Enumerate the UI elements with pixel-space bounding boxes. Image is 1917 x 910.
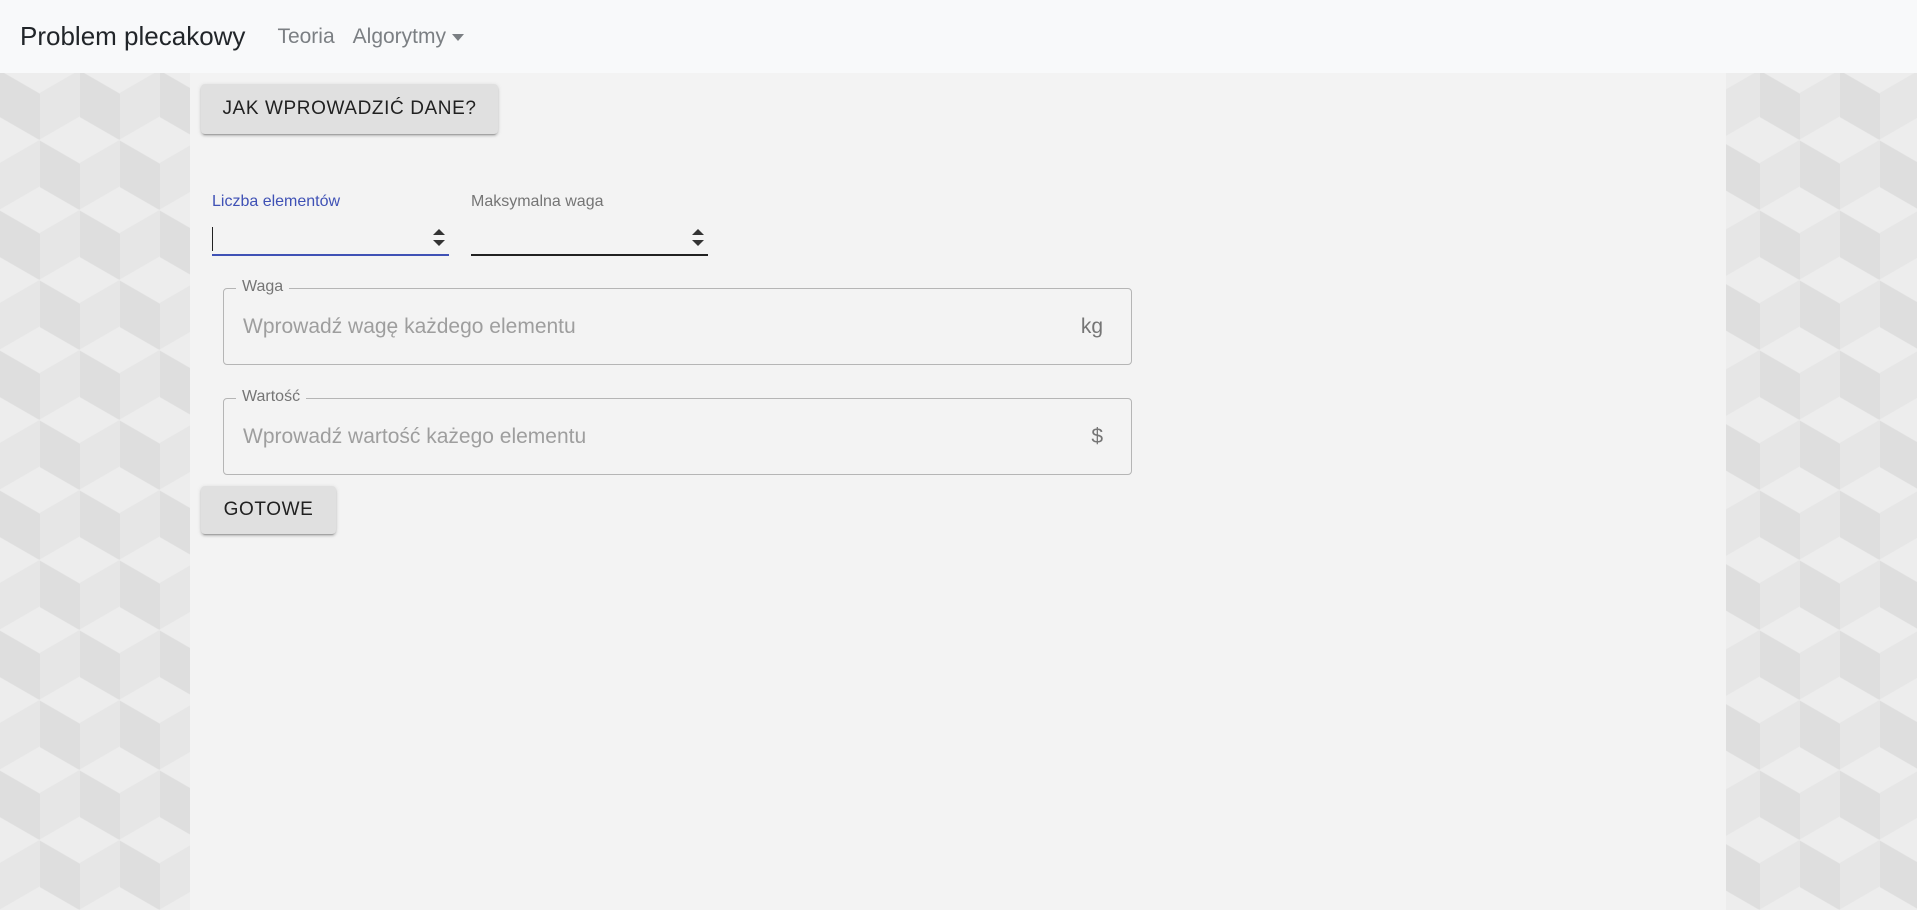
values-unit: $ [1091,425,1103,448]
max-weight-field: Maksymalna waga [471,188,708,260]
values-label: Wartość [236,388,307,406]
text-cursor [212,227,213,251]
values-placeholder: Wprowadź wartość każego elementu [243,425,587,448]
help-button[interactable]: JAK WPROWADZIĆ DANE? [201,84,498,134]
brand-title[interactable]: Problem plecakowy [20,21,245,52]
stepper-down-icon[interactable] [692,240,704,246]
navbar: Problem plecakowy Teoria Algorytmy [0,0,1917,73]
weights-placeholder: Wprowadź wagę każdego elementu [243,315,576,338]
done-button[interactable]: GOTOWE [201,486,336,534]
max-weight-input[interactable] [471,223,708,256]
stepper-icon[interactable] [692,229,704,249]
nav-link-teoria[interactable]: Teoria [277,25,334,49]
values-textfield[interactable]: Wartość Wprowadź wartość każego elementu… [223,388,1132,475]
main-panel: JAK WPROWADZIĆ DANE? Liczba elementów Ma… [190,73,1726,910]
max-weight-label: Maksymalna waga [471,193,604,210]
weights-label: Waga [236,278,290,296]
stepper-icon[interactable] [433,229,445,249]
item-count-label: Liczba elementów [212,193,341,210]
nav-link-label: Teoria [277,24,335,48]
weights-unit: kg [1080,315,1103,338]
item-count-field: Liczba elementów [212,188,449,260]
chevron-down-icon [452,34,464,41]
stepper-up-icon[interactable] [433,229,445,235]
nav-link-label: Algorytmy [352,24,446,48]
stepper-down-icon[interactable] [433,240,445,246]
item-count-input[interactable] [212,223,449,256]
weights-textfield[interactable]: Waga Wprowadź wagę każdego elementu kg [223,278,1132,365]
stepper-up-icon[interactable] [692,229,704,235]
nav-dropdown-algorytmy[interactable]: Algorytmy [353,25,464,49]
